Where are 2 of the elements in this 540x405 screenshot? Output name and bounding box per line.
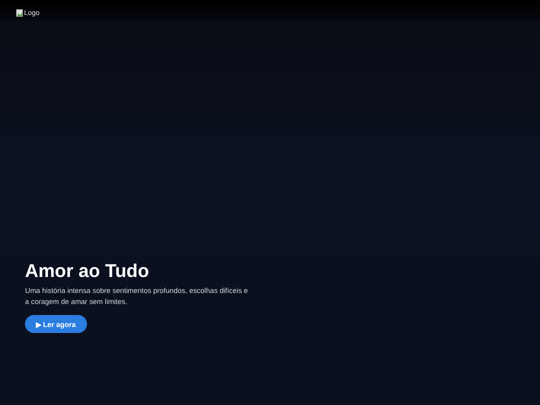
broken-image-icon xyxy=(16,9,23,17)
hero-title: Amor ao Tudo xyxy=(25,260,150,282)
